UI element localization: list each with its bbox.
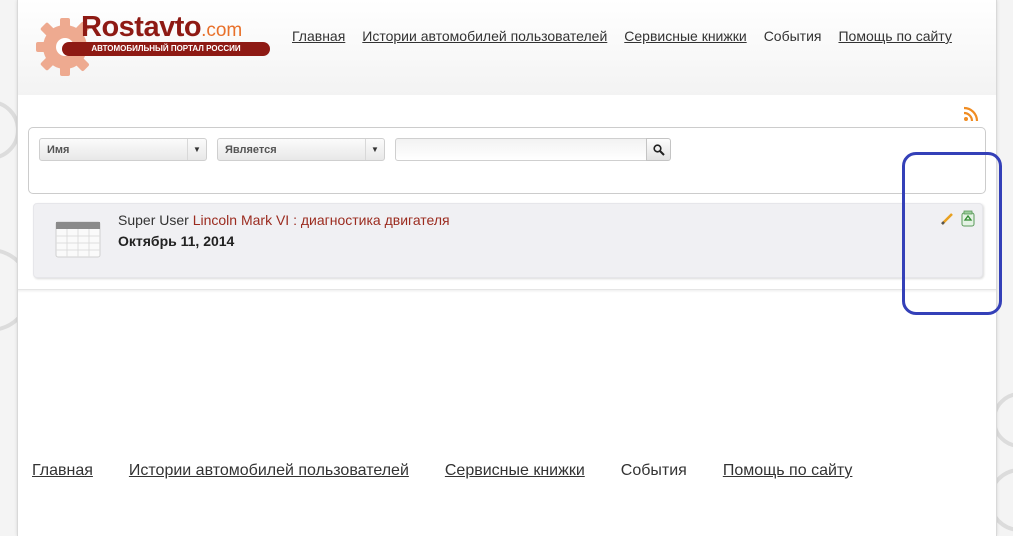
site-header: Rostavto.com АВТОМОБИЛЬНЫЙ ПОРТАЛ РОССИИ… — [18, 0, 996, 95]
site-logo[interactable]: Rostavto.com АВТОМОБИЛЬНЫЙ ПОРТАЛ РОССИИ — [34, 10, 274, 85]
footer-car-stories[interactable]: Истории автомобилей пользователей — [129, 462, 409, 479]
nav-home[interactable]: Главная — [292, 28, 345, 44]
footer-events[interactable]: События — [621, 462, 687, 479]
content-divider — [18, 289, 996, 293]
nav-car-stories[interactable]: Истории автомобилей пользователей — [362, 28, 607, 44]
search-icon — [653, 144, 665, 156]
footer-navigation: Главная Истории автомобилей пользователей… — [32, 462, 888, 480]
filter-panel: Имя ▼ Является ▼ — [28, 127, 986, 194]
event-author: Super User — [118, 212, 189, 228]
event-date: Октябрь 11, 2014 — [118, 233, 235, 249]
footer-home[interactable]: Главная — [32, 462, 93, 479]
search-button[interactable] — [646, 138, 671, 161]
brand-tagline: АВТОМОБИЛЬНЫЙ ПОРТАЛ РОССИИ — [62, 42, 270, 56]
pencil-icon[interactable] — [940, 212, 954, 226]
condition-select-value: Является — [225, 144, 277, 156]
nav-service-books[interactable]: Сервисные книжки — [624, 28, 746, 44]
brand-domain: .com — [201, 20, 243, 41]
page-container: Rostavto.com АВТОМОБИЛЬНЫЙ ПОРТАЛ РОССИИ… — [17, 0, 997, 536]
nav-help[interactable]: Помощь по сайту — [838, 28, 951, 44]
search-input[interactable] — [395, 138, 647, 161]
chevron-down-icon: ▼ — [187, 139, 206, 160]
footer-help[interactable]: Помощь по сайту — [723, 462, 853, 479]
rss-icon[interactable] — [963, 106, 979, 122]
calendar-icon — [55, 221, 101, 258]
event-title-link[interactable]: Lincoln Mark VI : диагностика двигателя — [193, 212, 450, 228]
footer-service-books[interactable]: Сервисные книжки — [445, 462, 585, 479]
chevron-down-icon: ▼ — [365, 139, 384, 160]
top-navigation: Главная Истории автомобилей пользователей… — [292, 28, 969, 46]
event-list-item: Super User Lincoln Mark VI : диагностика… — [33, 203, 983, 278]
field-select[interactable]: Имя ▼ — [39, 138, 207, 161]
recycle-bin-icon[interactable] — [961, 210, 975, 227]
field-select-value: Имя — [47, 144, 70, 156]
condition-select[interactable]: Является ▼ — [217, 138, 385, 161]
event-summary: Super User Lincoln Mark VI : диагностика… — [118, 212, 450, 228]
brand-name: Rostavto.com — [81, 11, 243, 43]
nav-events[interactable]: События — [764, 28, 822, 44]
